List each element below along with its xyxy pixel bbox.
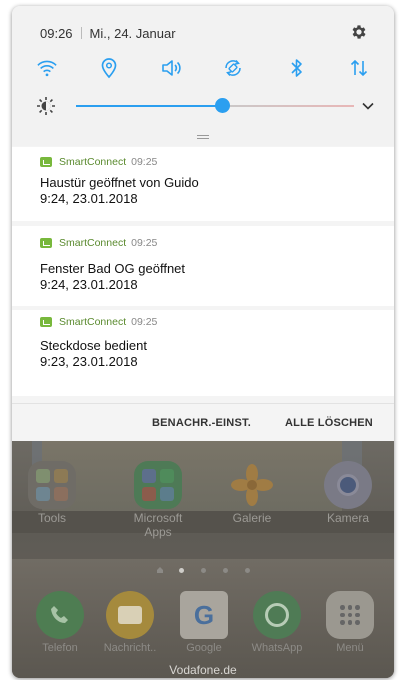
notification-header: SmartConnect 09:25	[40, 315, 157, 329]
messages-icon	[106, 591, 154, 639]
quick-panel: 09:26 Mi., 24. Januar	[12, 6, 394, 146]
notification-app-name: SmartConnect	[59, 316, 127, 328]
notification-card[interactable]: SmartConnect 09:25 Haustür geöffnet von …	[12, 147, 394, 221]
app-label: Microsoft Apps	[133, 511, 183, 539]
chevron-down-icon[interactable]	[360, 98, 376, 114]
notification-card[interactable]: SmartConnect 09:25 Steckdose bedient 9:2…	[12, 310, 394, 396]
location-icon	[101, 58, 117, 79]
home-app-gallery[interactable]: Galerie	[222, 461, 282, 525]
brightness-track-filled	[76, 105, 222, 107]
drag-handle-line-2[interactable]	[197, 138, 209, 139]
app-label: Menü	[336, 642, 364, 654]
app-label: Galerie	[232, 511, 272, 525]
notification-timestamp: 9:24, 23.01.2018	[40, 191, 138, 206]
notification-actions-bar: BENACHR.-EINST. ALLE LÖSCHEN	[12, 403, 394, 441]
microsoft-folder-icon	[134, 461, 182, 509]
notification-title: Steckdose bedient	[40, 338, 147, 353]
page-dot	[223, 568, 228, 573]
dock-app-drawer[interactable]: Menü	[322, 591, 378, 654]
google-icon: G	[180, 591, 228, 639]
smartconnect-icon	[40, 157, 52, 167]
notification-header: SmartConnect 09:25	[40, 155, 157, 169]
notification-body: Haustür geöffnet von Guido 9:24, 23.01.2…	[40, 175, 199, 207]
notification-app-name: SmartConnect	[59, 237, 127, 249]
notification-time: 09:25	[131, 316, 158, 328]
mobile-data-toggle[interactable]	[346, 56, 372, 80]
dock-app-google[interactable]: G Google	[176, 591, 232, 654]
header-divider	[80, 27, 82, 39]
home-app-camera[interactable]: Kamera	[318, 461, 378, 525]
app-label: Tools	[37, 511, 66, 525]
smartconnect-icon	[40, 238, 52, 248]
whatsapp-icon	[253, 591, 301, 639]
mobile-data-icon	[350, 59, 368, 77]
notification-title: Fenster Bad OG geöffnet	[40, 261, 186, 276]
status-time: 09:26	[40, 25, 73, 41]
wifi-icon	[37, 60, 57, 77]
camera-icon	[324, 461, 372, 509]
dock-app-phone[interactable]: Telefon	[32, 591, 88, 654]
notification-timestamp: 9:23, 23.01.2018	[40, 354, 138, 369]
notification-body: Steckdose bedient 9:23, 23.01.2018	[40, 338, 147, 370]
page-indicator	[156, 566, 256, 574]
home-app-tools[interactable]: Tools	[22, 461, 82, 525]
phone-screen: 09:26 Mi., 24. Januar SmartConnect 09:25…	[12, 6, 394, 678]
bluetooth-toggle[interactable]	[284, 56, 310, 80]
gallery-icon	[228, 461, 276, 509]
app-drawer-icon	[326, 591, 374, 639]
dock-app-messages[interactable]: Nachricht..	[102, 591, 158, 654]
smartconnect-icon	[40, 317, 52, 327]
auto-rotate-icon	[225, 60, 241, 76]
wifi-toggle[interactable]	[34, 56, 60, 80]
home-page-icon	[157, 567, 163, 573]
page-dot	[245, 568, 250, 573]
page-dot	[201, 568, 206, 573]
brightness-track-empty	[222, 105, 354, 107]
notification-time: 09:25	[131, 156, 158, 168]
app-label: Nachricht..	[103, 642, 157, 654]
page-dot-current	[179, 568, 184, 573]
home-app-microsoft[interactable]: Microsoft Apps	[130, 461, 186, 539]
phone-icon	[36, 591, 84, 639]
quick-panel-header: 09:26 Mi., 24. Januar	[40, 23, 374, 43]
notification-settings-button[interactable]: BENACHR.-EINST.	[152, 417, 251, 429]
notification-body: Fenster Bad OG geöffnet 9:24, 23.01.2018	[40, 261, 185, 293]
brightness-slider-thumb[interactable]	[215, 98, 230, 113]
bluetooth-icon	[291, 59, 302, 77]
settings-gear-icon[interactable]	[350, 23, 368, 41]
app-label: WhatsApp	[251, 642, 303, 654]
clear-all-button[interactable]: ALLE LÖSCHEN	[285, 417, 373, 429]
status-date: Mi., 24. Januar	[89, 25, 176, 41]
notification-timestamp: 9:24, 23.01.2018	[40, 277, 138, 292]
notification-card[interactable]: SmartConnect 09:25 Fenster Bad OG geöffn…	[12, 226, 394, 306]
notification-app-name: SmartConnect	[59, 156, 127, 168]
carrier-name: Vodafone.de	[169, 663, 237, 677]
brightness-icon	[37, 97, 55, 115]
sound-icon	[162, 60, 181, 76]
notification-header: SmartConnect 09:25	[40, 236, 157, 250]
location-toggle[interactable]	[96, 56, 122, 80]
drag-handle-line-1[interactable]	[197, 135, 209, 136]
app-label: Kamera	[326, 511, 370, 525]
auto-rotate-toggle[interactable]	[220, 56, 246, 80]
brightness-control	[30, 94, 376, 118]
app-label: Google	[186, 642, 222, 654]
notification-title: Haustür geöffnet von Guido	[40, 175, 199, 190]
app-label: Telefon	[42, 642, 78, 654]
tools-folder-icon	[28, 461, 76, 509]
quick-toggles	[34, 56, 374, 80]
notification-time: 09:25	[131, 237, 158, 249]
wallpaper-window	[42, 441, 342, 521]
dock-app-whatsapp[interactable]: WhatsApp	[248, 591, 306, 654]
sound-toggle[interactable]	[158, 56, 184, 80]
home-screen-background: Tools Microsoft Apps Galerie Kamera Tele…	[12, 441, 394, 678]
